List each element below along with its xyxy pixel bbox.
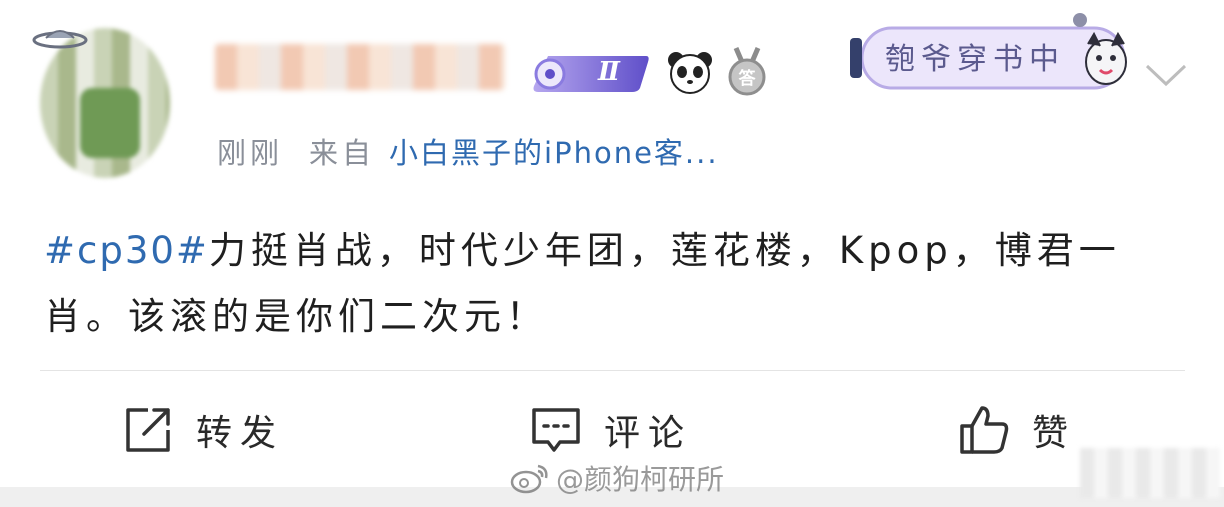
- thumbs-up-icon: [960, 406, 1009, 454]
- post-meta: 刚刚 来自 小白黑子的iPhone客...: [217, 130, 719, 172]
- from-label: 来自: [309, 136, 376, 170]
- hashtag-link[interactable]: #cp30#: [44, 229, 209, 272]
- like-label: 赞: [1032, 413, 1077, 454]
- chevron-down-icon[interactable]: [1143, 60, 1189, 92]
- forward-button[interactable]: 转发: [122, 402, 284, 458]
- comment-label: 评论: [604, 413, 693, 454]
- status-text: 匏爷穿书中: [885, 42, 1065, 77]
- forward-icon: [126, 408, 170, 452]
- level-badge-text: Ⅱ: [598, 57, 620, 87]
- watermark: @颜狗柯研所: [510, 458, 724, 498]
- post-content: #cp30#力挺肖战，时代少年团，莲花楼，Kpop，博君一肖。该滚的是你们二次元…: [44, 218, 1184, 350]
- comment-icon: [532, 408, 580, 452]
- medal-icon: 答: [728, 47, 766, 96]
- comment-button[interactable]: 评论: [530, 402, 692, 458]
- watermark-text: @颜狗柯研所: [556, 463, 725, 496]
- ufo-pendant-icon: [32, 30, 88, 49]
- corner-blurred: [1080, 448, 1220, 498]
- svg-text:答: 答: [739, 68, 757, 89]
- like-button[interactable]: 赞: [958, 402, 1076, 458]
- source-link[interactable]: 小白黑子的iPhone客...: [389, 136, 719, 170]
- panda-icon: [668, 52, 712, 94]
- divider: [40, 370, 1185, 371]
- username-blurred[interactable]: [215, 44, 505, 90]
- forward-label: 转发: [196, 413, 285, 454]
- post-time: 刚刚: [217, 136, 284, 170]
- level-badge-icon: [533, 56, 649, 92]
- weibo-logo-icon: [510, 464, 548, 494]
